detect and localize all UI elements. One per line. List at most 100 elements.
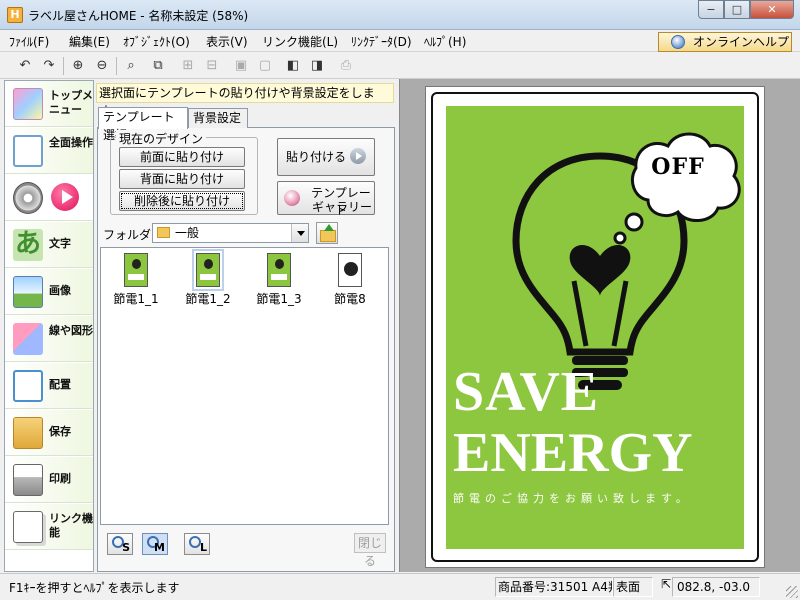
template-gallery-button[interactable]: テンプレート ギャラリー: [277, 181, 375, 217]
app-icon: H: [7, 7, 23, 23]
play-circle-icon: [350, 148, 366, 164]
menu-file[interactable]: ﾌｧｲﾙ(F): [9, 33, 49, 50]
nav-full-operation-label: 全面操作: [49, 136, 93, 149]
align-icon[interactable]: ⊞: [178, 56, 198, 76]
template-preview-icon: [338, 253, 362, 287]
nav-top-menu[interactable]: トップメニュー: [5, 81, 93, 127]
lock-icon[interactable]: ▣: [231, 56, 251, 76]
online-help-label: オンラインヘルプ: [693, 35, 790, 49]
status-product-number: 商品番号:31501 A4判: [495, 577, 613, 597]
poster-subline: 節電のご協力をお願い致します。: [453, 492, 692, 505]
template-thumb[interactable]: 節電1_3: [243, 253, 315, 309]
left-navigation: トップメニュー 全面操作 あ 文字 画像 線や図形 配置 保存 印刷 リンク機能: [4, 80, 94, 572]
nav-image-label: 画像: [49, 284, 71, 297]
headline-save: SAVE: [453, 361, 600, 423]
nav-link-function[interactable]: リンク機能: [5, 504, 93, 550]
save-folder-icon: [13, 417, 43, 449]
menu-link-data[interactable]: ﾘﾝｸﾃﾞｰﾀ(D): [351, 33, 412, 50]
template-label: 節電8: [334, 292, 366, 306]
current-design-title: 現在のデザイン: [116, 130, 207, 147]
disc-play-icon: [13, 182, 43, 214]
medium-icons-button[interactable]: M: [142, 533, 168, 555]
template-preview-icon: [192, 249, 224, 291]
redo-icon[interactable]: ↷: [39, 56, 59, 76]
nav-shapes[interactable]: 線や図形: [5, 316, 93, 362]
group-icon[interactable]: ⧉: [148, 56, 168, 76]
image-icon: [13, 276, 43, 308]
menu-link-function[interactable]: リンク機能(L): [262, 33, 338, 50]
paste-front-button[interactable]: 前面に貼り付け: [119, 147, 245, 167]
close-panel-button[interactable]: 閉じる: [354, 533, 386, 568]
resize-grip-icon[interactable]: [786, 586, 798, 598]
maximize-button[interactable]: □: [724, 0, 750, 19]
printer-icon: [13, 464, 43, 496]
zoom-fit-icon[interactable]: ⌕: [121, 56, 141, 76]
nav-layout[interactable]: 配置: [5, 363, 93, 409]
toolbar: ↶ ↷ ⊕ ⊖ ⌕ ⧉ ⊞ ⊟ ▣ ▢ ◧ ◨ ⎙: [0, 53, 800, 79]
status-side: 表面: [613, 577, 653, 597]
menu-object[interactable]: ｵﾌﾞｼﾞｪｸﾄ(O): [123, 33, 190, 50]
status-message: F1ｷｰを押すとﾍﾙﾌﾟを表示します: [9, 581, 180, 595]
text-icon: あ: [13, 229, 43, 261]
window-title: ラベル屋さんHOME - 名称未設定 (58%): [28, 9, 249, 23]
tab-background-settings[interactable]: 背景設定: [188, 108, 248, 128]
headline-energy: ENERGY: [453, 422, 693, 484]
globe-icon: [671, 35, 685, 49]
template-label: 節電1_2: [185, 292, 231, 306]
large-icons-button[interactable]: L: [184, 533, 210, 555]
nav-full-operation[interactable]: 全面操作: [5, 128, 93, 174]
menu-view[interactable]: 表示(V): [206, 33, 248, 50]
paste-button[interactable]: 貼り付ける: [277, 138, 375, 176]
menu-help[interactable]: ﾍﾙﾌﾟ(H): [424, 33, 466, 50]
paste-back-button[interactable]: 背面に貼り付け: [119, 169, 245, 189]
template-label: 節電1_3: [256, 292, 302, 306]
online-help-button[interactable]: オンラインヘルプ: [658, 32, 792, 52]
folder-icon: [157, 227, 170, 238]
distribute-icon[interactable]: ⊟: [202, 56, 222, 76]
template-thumb-selected[interactable]: 節電1_2: [172, 249, 244, 309]
close-window-button[interactable]: ✕: [750, 0, 794, 19]
tab-template-select[interactable]: テンプレート選択: [98, 107, 188, 142]
print-preview-icon[interactable]: ⎙: [336, 56, 356, 76]
nav-shapes-label: 線や図形: [49, 324, 93, 337]
unlock-icon[interactable]: ▢: [255, 56, 275, 76]
toolbar-separator: [116, 57, 117, 75]
folder-select[interactable]: 一般: [152, 223, 309, 243]
nav-link-function-label: リンク機能: [49, 512, 93, 539]
nav-save[interactable]: 保存: [5, 410, 93, 456]
link-icon: [13, 511, 43, 543]
paste-button-label: 貼り付ける: [285, 150, 346, 164]
paste-after-delete-button[interactable]: 削除後に貼り付け: [119, 191, 245, 211]
off-bubble-text: OFF: [651, 154, 705, 180]
gallery-globe-icon: [284, 190, 300, 206]
template-label: 節電1_1: [113, 292, 159, 306]
status-bar: F1ｷｰを押すとﾍﾙﾌﾟを表示します 商品番号:31501 A4判 表面 082…: [0, 573, 800, 600]
small-icons-button[interactable]: S: [107, 533, 133, 555]
zoom-in-icon[interactable]: ⊕: [68, 56, 88, 76]
zoom-out-icon[interactable]: ⊖: [92, 56, 112, 76]
nav-text-label: 文字: [49, 237, 71, 250]
window-controls: − □ ✕: [698, 0, 794, 19]
bubble-dot-large: [624, 212, 644, 232]
bubble-dot-small: [613, 231, 627, 245]
nav-print[interactable]: 印刷: [5, 457, 93, 503]
nav-image[interactable]: 画像: [5, 269, 93, 315]
front-back-icon[interactable]: ◧: [283, 56, 303, 76]
toolbar-separator: [63, 57, 64, 75]
minimize-button[interactable]: −: [698, 0, 724, 19]
undo-icon[interactable]: ↶: [15, 56, 35, 76]
chevron-down-icon[interactable]: [291, 224, 308, 242]
folder-select-value: 一般: [175, 226, 200, 240]
nav-disc-play[interactable]: [5, 175, 93, 221]
menu-edit[interactable]: 編集(E): [69, 33, 110, 50]
heart-icon: [569, 244, 631, 296]
template-thumb[interactable]: 節電8: [314, 253, 386, 309]
status-coordinates: 082.8, -03.0: [672, 577, 760, 597]
gallery-label-line2: ギャラリー: [312, 200, 373, 214]
folder-up-icon[interactable]: [316, 222, 338, 244]
nav-layout-label: 配置: [49, 378, 71, 391]
nav-text[interactable]: あ 文字: [5, 222, 93, 268]
layout-icon: [13, 370, 43, 402]
template-thumb[interactable]: 節電1_1: [100, 253, 172, 309]
layout-icon[interactable]: ◨: [307, 56, 327, 76]
